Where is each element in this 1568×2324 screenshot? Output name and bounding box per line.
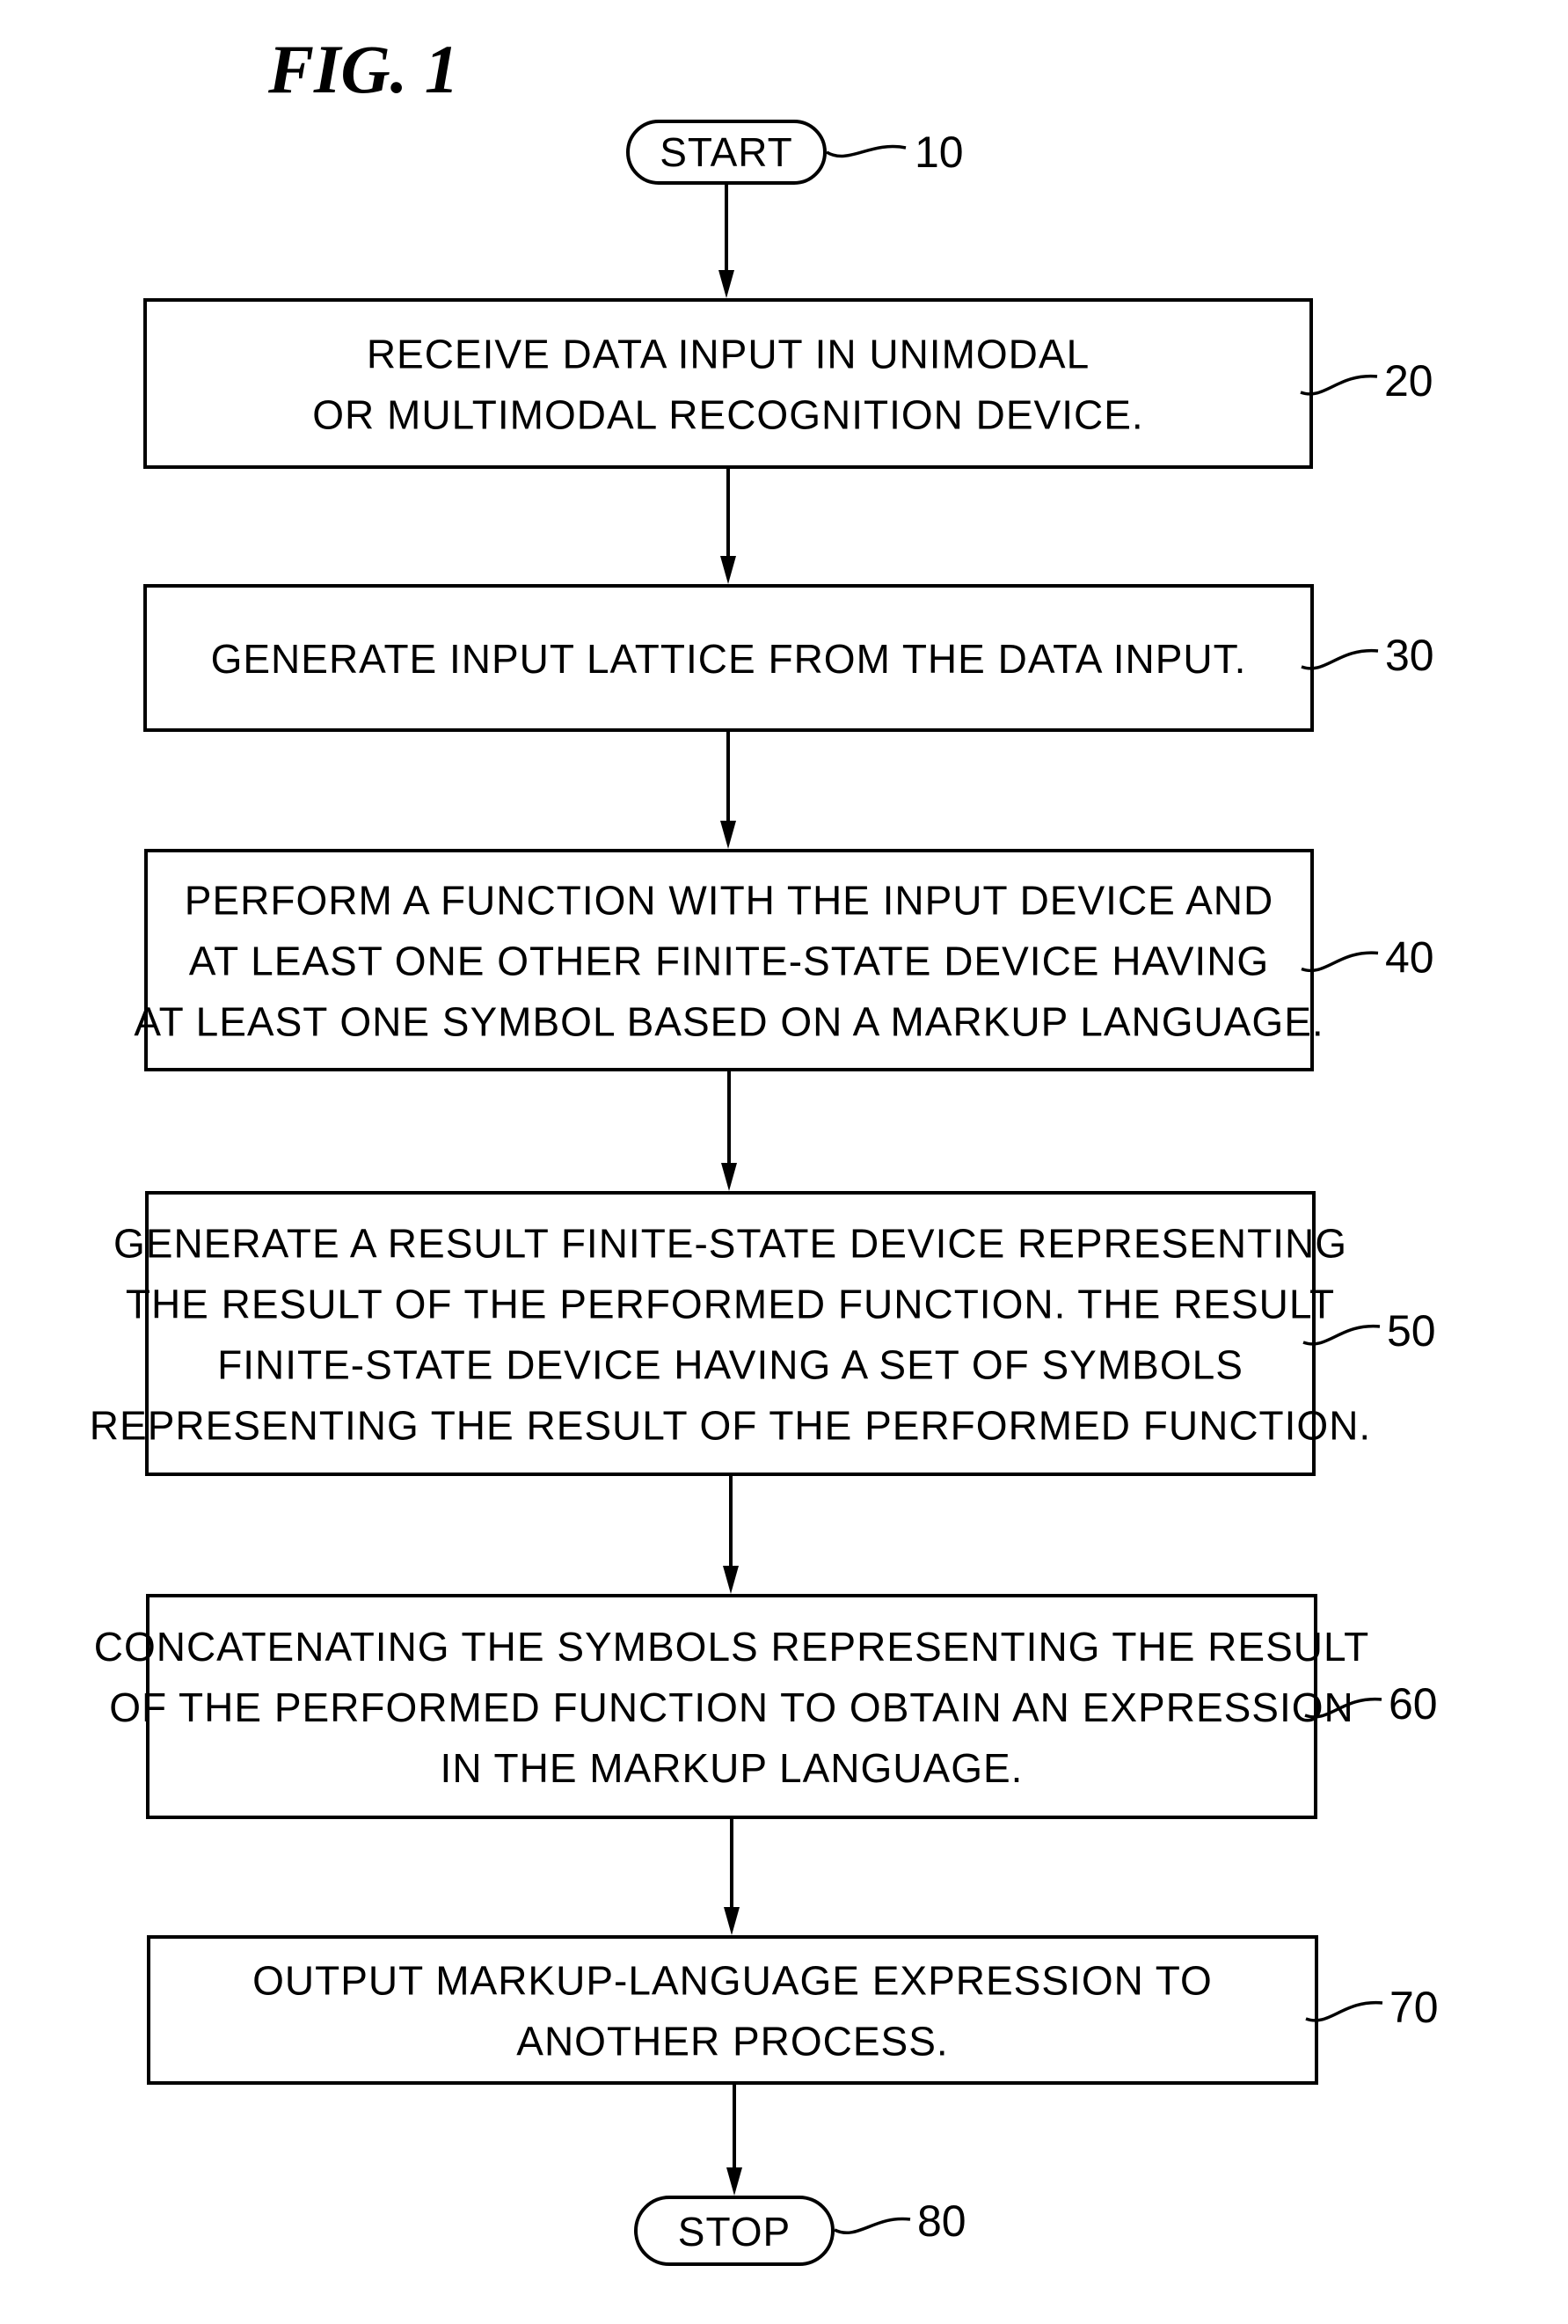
process-step-50: GENERATE A RESULT FINITE-STATE DEVICE RE… — [90, 1191, 1436, 1476]
step-ref-number: 70 — [1389, 1983, 1439, 2032]
process-step-70: OUTPUT MARKUP-LANGUAGE EXPRESSION TO ANOT… — [147, 1935, 1439, 2085]
step-text-line: FINITE-STATE DEVICE HAVING A SET OF SYMB… — [217, 1342, 1243, 1388]
step-text-line: AT LEAST ONE OTHER FINITE-STATE DEVICE H… — [189, 939, 1269, 984]
start-terminal: START — [626, 120, 827, 185]
connector-arrow — [721, 1070, 737, 1191]
step-text-line: IN THE MARKUP LANGUAGE. — [441, 1745, 1024, 1791]
stop-label: STOP — [678, 2209, 791, 2255]
step-text-line: OUTPUT MARKUP-LANGUAGE EXPRESSION TO — [252, 1958, 1213, 2004]
step-text-line: GENERATE A RESULT FINITE-STATE DEVICE RE… — [113, 1221, 1347, 1267]
flowchart: FIG. 1 START 10 RECEIVE DATA INPUT IN UN… — [90, 31, 1439, 2266]
stop-ref: 80 — [917, 2196, 966, 2246]
stop-ref-leader — [834, 2217, 911, 2235]
step-text-line: OR MULTIMODAL RECOGNITION DEVICE. — [312, 392, 1143, 438]
step-ref-number: 50 — [1387, 1306, 1436, 1356]
arrowhead-icon — [723, 1566, 739, 1594]
step-ref-number: 30 — [1385, 631, 1434, 680]
step-text-line: RECEIVE DATA INPUT IN UNIMODAL — [367, 332, 1090, 377]
connector-arrow — [718, 183, 734, 298]
arrowhead-icon — [724, 1907, 740, 1935]
step-text-line: ANOTHER PROCESS. — [516, 2019, 948, 2065]
step-text-line: OF THE PERFORMED FUNCTION TO OBTAIN AN E… — [109, 1685, 1354, 1730]
step-text-line: AT LEAST ONE SYMBOL BASED ON A MARKUP LA… — [134, 999, 1324, 1045]
process-step-40: PERFORM A FUNCTION WITH THE INPUT DEVICE… — [134, 849, 1434, 1071]
arrowhead-icon — [720, 821, 736, 849]
step-text-line: GENERATE INPUT LATTICE FROM THE DATA INP… — [211, 636, 1247, 682]
connector-arrow — [724, 1817, 740, 1935]
step-ref-number: 40 — [1385, 933, 1434, 983]
process-box — [143, 298, 1313, 469]
step-ref-number: 20 — [1384, 356, 1433, 406]
step-text-line: REPRESENTING THE RESULT OF THE PERFORMED… — [90, 1403, 1371, 1449]
connector-arrow — [726, 2083, 742, 2196]
arrowhead-icon — [718, 270, 734, 298]
step-text-line: THE RESULT OF THE PERFORMED FUNCTION. TH… — [126, 1282, 1335, 1327]
step-text-line: CONCATENATING THE SYMBOLS REPRESENTING T… — [94, 1624, 1370, 1670]
start-ref: 10 — [915, 128, 964, 177]
start-ref-leader — [826, 144, 907, 158]
connector-arrow — [720, 730, 736, 849]
figure-title: FIG. 1 — [267, 31, 459, 107]
process-step-20: RECEIVE DATA INPUT IN UNIMODAL OR MULTIMO… — [143, 298, 1433, 469]
step-text-line: PERFORM A FUNCTION WITH THE INPUT DEVICE… — [185, 878, 1273, 924]
connector-arrow — [723, 1474, 739, 1594]
arrowhead-icon — [726, 2167, 742, 2196]
step-ref-number: 60 — [1389, 1679, 1438, 1728]
arrowhead-icon — [720, 556, 736, 584]
process-step-60: CONCATENATING THE SYMBOLS REPRESENTING T… — [94, 1594, 1438, 1819]
connector-arrow — [720, 467, 736, 584]
stop-terminal: STOP — [634, 2196, 835, 2266]
process-step-30: GENERATE INPUT LATTICE FROM THE DATA INP… — [143, 584, 1434, 732]
start-label: START — [660, 129, 793, 175]
arrowhead-icon — [721, 1163, 737, 1191]
